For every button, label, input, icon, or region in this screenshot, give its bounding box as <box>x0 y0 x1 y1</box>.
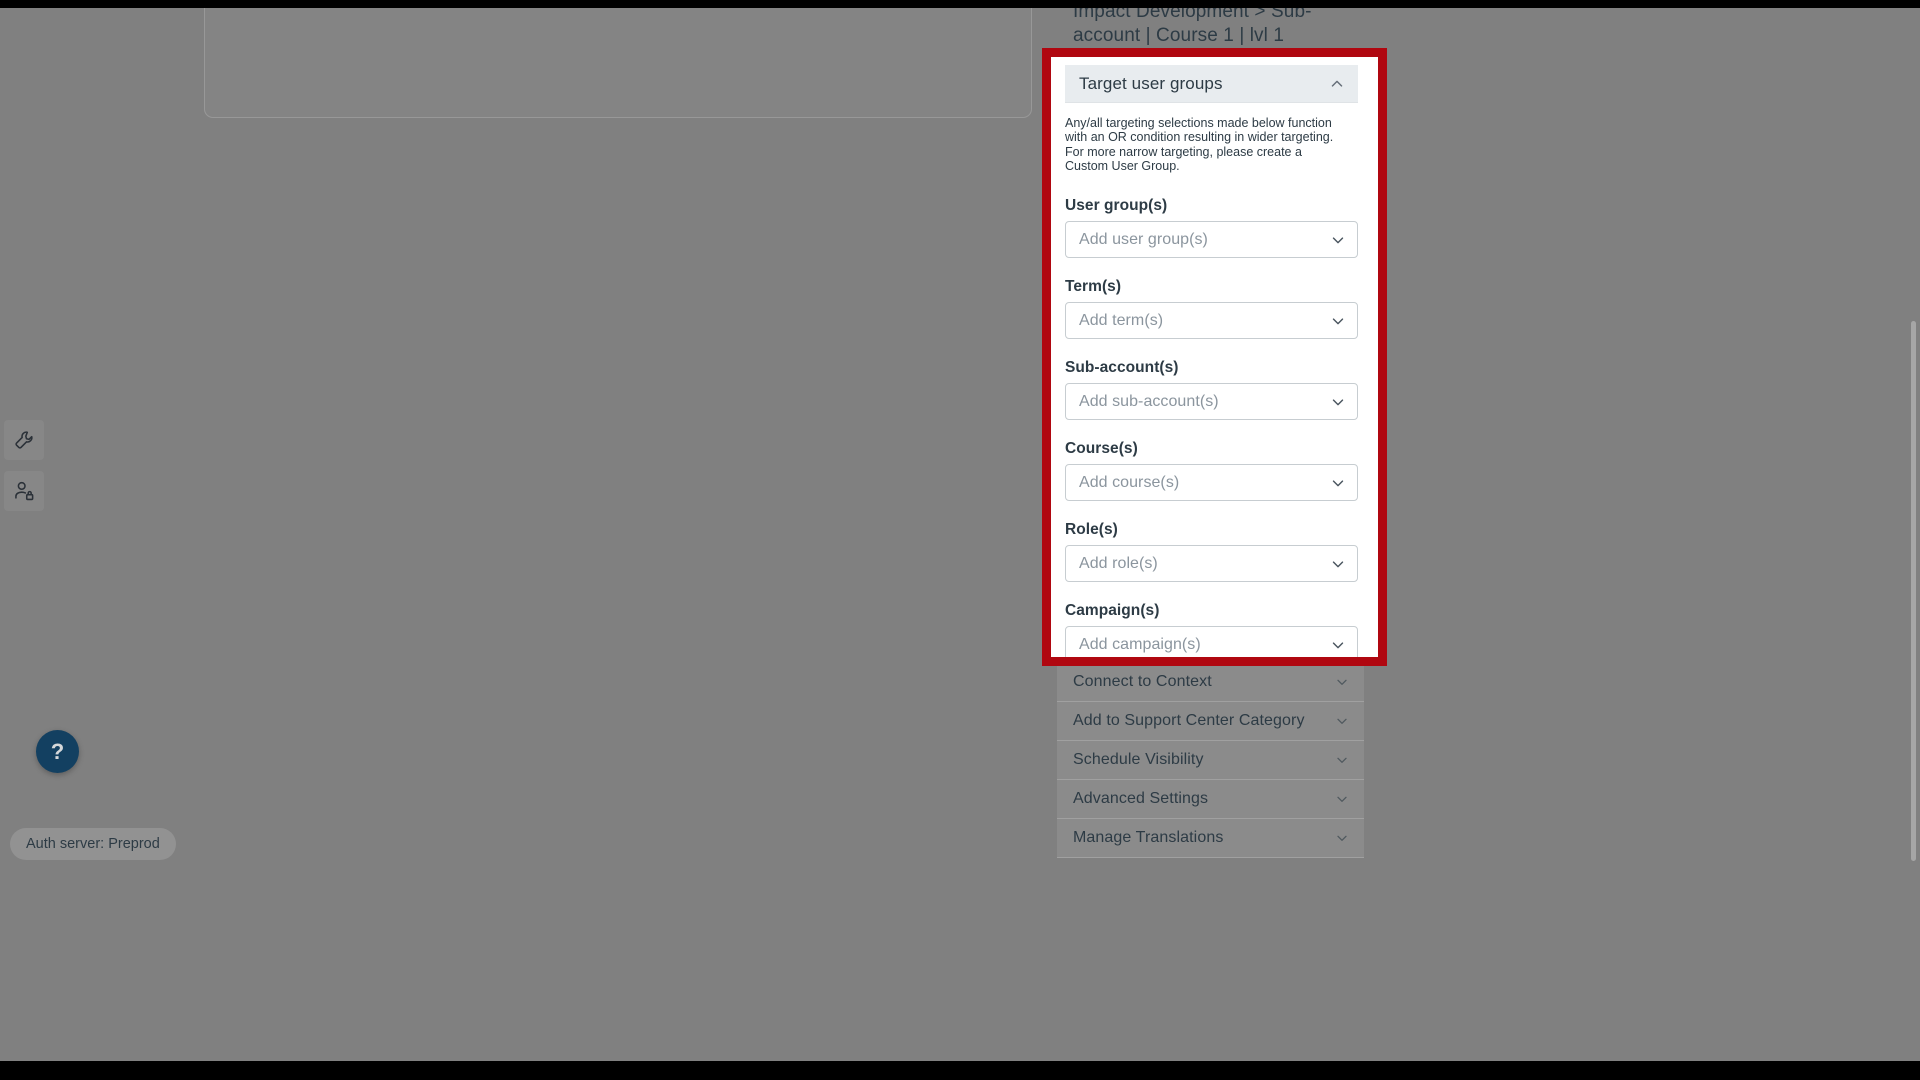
field-group-courses: Course(s) Add course(s) <box>1065 440 1358 502</box>
field-group-terms: Term(s) Add term(s) <box>1065 278 1358 340</box>
select-terms[interactable]: Add term(s) <box>1065 302 1358 340</box>
settings-column: Impact Development > Sub-account | Cours… <box>1057 8 1364 48</box>
field-group-user-groups: User group(s) Add user group(s) <box>1065 197 1358 259</box>
select-placeholder: Add campaign(s) <box>1079 635 1201 653</box>
help-button[interactable]: ? <box>36 730 79 773</box>
chevron-down-icon <box>1329 636 1347 654</box>
chevron-down-icon <box>1334 791 1350 807</box>
user-lock-icon <box>13 480 35 502</box>
panel-body: Any/all targeting selections made below … <box>1065 103 1358 657</box>
select-placeholder: Add sub-account(s) <box>1079 392 1219 410</box>
accordion-section-schedule-visibility[interactable]: Schedule Visibility <box>1057 741 1364 780</box>
field-label-roles: Role(s) <box>1065 521 1118 539</box>
highlight-annotation-box: Target user groups Any/all targeting sel… <box>1042 48 1387 666</box>
accordion-label: Advanced Settings <box>1073 790 1209 807</box>
accordion-section-add-to-support-center-category[interactable]: Add to Support Center Category <box>1057 702 1364 741</box>
breadcrumb: Impact Development > Sub-account | Cours… <box>1073 8 1312 46</box>
chevron-down-icon <box>1334 674 1350 690</box>
accordion-label: Manage Translations <box>1073 829 1224 846</box>
select-placeholder: Add term(s) <box>1079 311 1164 329</box>
dimmed-page-overlay: Impact Development > Sub-account | Cours… <box>0 8 1920 1061</box>
chevron-down-icon <box>1329 231 1347 249</box>
accordion-section-advanced-settings[interactable]: Advanced Settings <box>1057 780 1364 819</box>
field-group-roles: Role(s) Add role(s) <box>1065 521 1358 583</box>
chevron-down-icon <box>1334 752 1350 768</box>
accordion-list: Connect to Context Add to Support Center… <box>1057 663 1364 858</box>
auth-server-status: Auth server: Preprod <box>10 828 176 860</box>
field-label-sub-accounts: Sub-account(s) <box>1065 359 1179 377</box>
page-scrollbar-track[interactable] <box>1911 8 1918 1061</box>
chevron-down-icon <box>1334 830 1350 846</box>
chevron-down-icon <box>1329 312 1347 330</box>
rail-item-user-permissions[interactable] <box>4 471 44 511</box>
select-roles[interactable]: Add role(s) <box>1065 545 1358 583</box>
field-group-sub-accounts: Sub-account(s) Add sub-account(s) <box>1065 359 1358 421</box>
accordion-label: Connect to Context <box>1073 673 1212 690</box>
select-courses[interactable]: Add course(s) <box>1065 464 1358 502</box>
content-card <box>204 8 1032 118</box>
target-user-groups-panel: Target user groups Any/all targeting sel… <box>1051 57 1378 657</box>
chevron-down-icon <box>1329 555 1347 573</box>
select-placeholder: Add role(s) <box>1079 554 1158 572</box>
app-root: Impact Development > Sub-account | Cours… <box>0 0 1920 1080</box>
select-sub-accounts[interactable]: Add sub-account(s) <box>1065 383 1358 421</box>
select-placeholder: Add course(s) <box>1079 473 1180 491</box>
question-mark-icon: ? <box>50 738 65 764</box>
rail-item-tools[interactable] <box>4 420 44 460</box>
field-label-user-groups: User group(s) <box>1065 197 1168 215</box>
field-group-campaigns: Campaign(s) Add campaign(s) <box>1065 602 1358 657</box>
chevron-down-icon <box>1329 393 1347 411</box>
accordion-label: Schedule Visibility <box>1073 751 1204 768</box>
chevron-down-icon <box>1329 474 1347 492</box>
field-label-terms: Term(s) <box>1065 278 1122 296</box>
panel-title: Target user groups <box>1079 73 1223 93</box>
page-scrollbar-thumb[interactable] <box>1911 321 1916 861</box>
accordion-section-manage-translations[interactable]: Manage Translations <box>1057 819 1364 858</box>
select-placeholder: Add user group(s) <box>1079 230 1208 248</box>
accordion-label: Add to Support Center Category <box>1073 712 1305 729</box>
select-user-groups[interactable]: Add user group(s) <box>1065 221 1358 259</box>
chevron-down-icon <box>1334 713 1350 729</box>
wrench-icon <box>13 429 35 451</box>
field-label-courses: Course(s) <box>1065 440 1138 458</box>
field-label-campaigns: Campaign(s) <box>1065 602 1160 620</box>
select-campaigns[interactable]: Add campaign(s) <box>1065 626 1358 657</box>
chevron-up-icon[interactable] <box>1328 75 1346 93</box>
panel-description: Any/all targeting selections made below … <box>1065 116 1334 173</box>
accordion-section-connect-to-context[interactable]: Connect to Context <box>1057 663 1364 702</box>
panel-header[interactable]: Target user groups <box>1065 65 1358 103</box>
